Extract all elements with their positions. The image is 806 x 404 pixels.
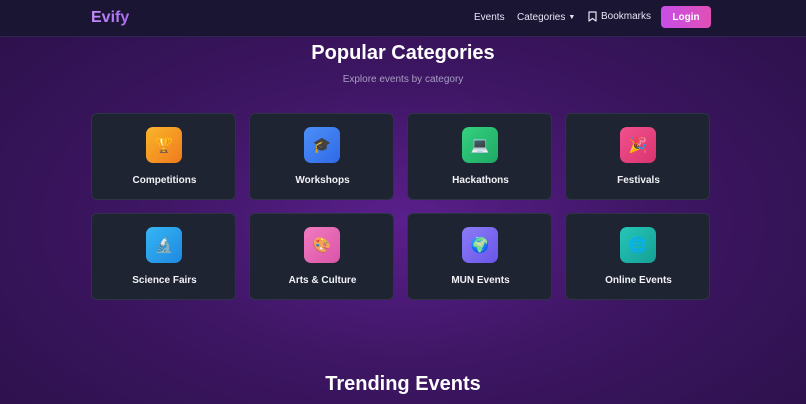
chevron-down-icon: ▼ (568, 14, 576, 21)
category-label: Competitions (132, 175, 197, 186)
graduation-cap-icon: 🎓 (304, 127, 340, 163)
category-label: MUN Events (451, 275, 510, 286)
categories-title: Popular Categories (311, 42, 495, 64)
navbar: Evify Events Categories ▼ Bookmarks Login (0, 0, 806, 37)
categories-subtitle: Explore events by category (342, 74, 464, 85)
nav-link-bookmarks[interactable]: Bookmarks (588, 11, 651, 22)
trending-title: Trending Events (325, 373, 481, 395)
category-label: Online Events (605, 275, 672, 286)
nav-link-bookmarks-label: Bookmarks (601, 11, 652, 22)
web-globe-icon: 🌐 (620, 227, 656, 263)
logo[interactable]: Evify (91, 9, 129, 27)
category-card-arts-culture[interactable]: 🎨 Arts & Culture (249, 213, 394, 300)
login-button[interactable]: Login (661, 6, 711, 28)
nav-link-events[interactable]: Events (474, 12, 505, 23)
globe-icon: 🌍 (462, 227, 498, 263)
category-label: Festivals (617, 175, 660, 186)
category-card-online-events[interactable]: 🌐 Online Events (565, 213, 710, 300)
trophy-icon: 🏆 (146, 127, 182, 163)
category-card-competitions[interactable]: 🏆 Competitions (91, 113, 236, 200)
microscope-icon: 🔬 (146, 227, 182, 263)
laptop-icon: 💻 (462, 127, 498, 163)
palette-icon: 🎨 (304, 227, 340, 263)
category-card-hackathons[interactable]: 💻 Hackathons (407, 113, 552, 200)
category-label: Science Fairs (132, 275, 197, 286)
nav-link-categories[interactable]: Categories ▼ (517, 12, 575, 23)
party-popper-icon: 🎉 (620, 127, 656, 163)
category-label: Hackathons (452, 175, 509, 186)
nav-link-categories-label: Categories (517, 12, 566, 23)
category-card-mun-events[interactable]: 🌍 MUN Events (407, 213, 552, 300)
category-label: Workshops (295, 175, 350, 186)
category-card-workshops[interactable]: 🎓 Workshops (249, 113, 394, 200)
category-label: Arts & Culture (288, 275, 357, 286)
category-card-science-fairs[interactable]: 🔬 Science Fairs (91, 213, 236, 300)
bookmark-icon (588, 11, 597, 22)
category-card-festivals[interactable]: 🎉 Festivals (565, 113, 710, 200)
